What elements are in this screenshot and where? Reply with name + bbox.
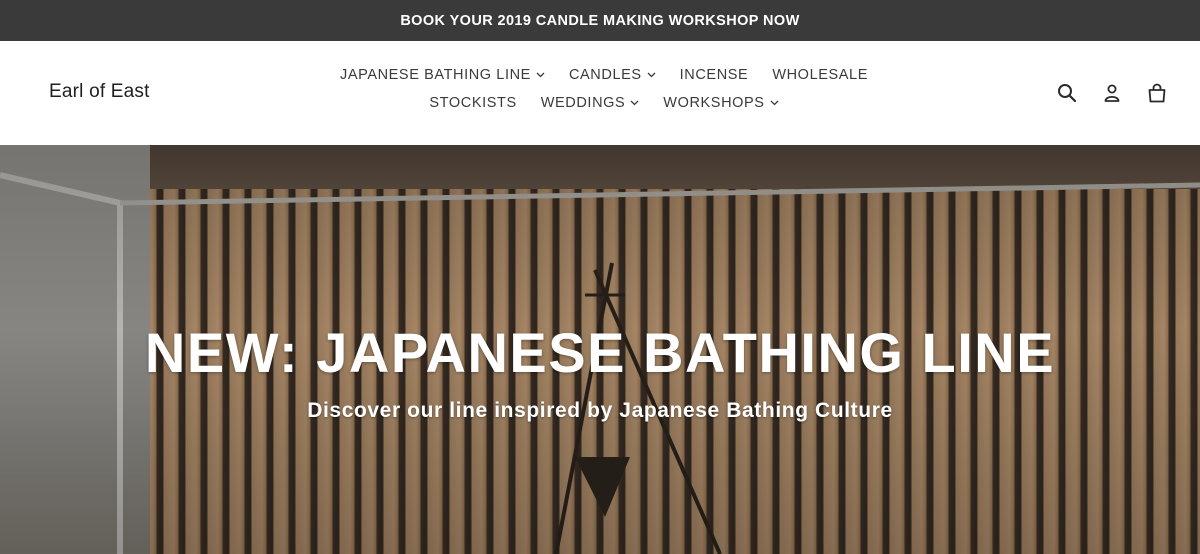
nav-item-label: WEDDINGS [540, 95, 626, 111]
header-icons [1055, 81, 1169, 105]
announcement-bar[interactable]: BOOK YOUR 2019 CANDLE MAKING WORKSHOP NO… [0, 0, 1200, 41]
hero-subtitle: Discover our line inspired by Japanese B… [307, 399, 893, 422]
nav-item-label: WORKSHOPS [663, 95, 765, 111]
chevron-down-icon [770, 100, 779, 106]
main-nav: JAPANESE BATHING LINE CANDLES INCENSE WH… [300, 65, 908, 113]
nav-item-weddings[interactable]: WEDDINGS [541, 93, 640, 113]
nav-item-label: STOCKISTS [429, 95, 517, 111]
nav-item-wholesale[interactable]: WHOLESALE [772, 65, 868, 85]
nav-item-label: CANDLES [568, 67, 642, 83]
chevron-down-icon [647, 72, 656, 78]
account-icon[interactable] [1100, 81, 1124, 105]
chevron-down-icon [536, 72, 545, 78]
nav-row-2: STOCKISTS WEDDINGS WORKSHOPS [429, 93, 779, 113]
nav-item-label: WHOLESALE [772, 67, 868, 83]
search-icon[interactable] [1055, 81, 1079, 105]
nav-item-japanese-bathing-line[interactable]: JAPANESE BATHING LINE [340, 65, 545, 85]
nav-row-1: JAPANESE BATHING LINE CANDLES INCENSE WH… [340, 65, 868, 85]
hero-banner[interactable]: NEW: JAPANESE BATHING LINE Discover our … [0, 145, 1200, 554]
nav-item-incense[interactable]: INCENSE [680, 65, 749, 85]
nav-item-stockists[interactable]: STOCKISTS [429, 93, 516, 113]
chevron-down-icon [630, 100, 639, 106]
nav-item-candles[interactable]: CANDLES [569, 65, 656, 85]
site-header: Earl of East JAPANESE BATHING LINE CANDL… [0, 41, 1200, 145]
hero-title: NEW: JAPANESE BATHING LINE [144, 321, 1056, 384]
site-logo[interactable]: Earl of East [49, 81, 150, 103]
nav-item-label: JAPANESE BATHING LINE [340, 67, 531, 83]
announcement-text[interactable]: BOOK YOUR 2019 CANDLE MAKING WORKSHOP NO… [400, 13, 799, 29]
nav-item-workshops[interactable]: WORKSHOPS [663, 93, 779, 113]
cart-icon[interactable] [1145, 81, 1169, 105]
nav-item-label: INCENSE [679, 67, 749, 83]
